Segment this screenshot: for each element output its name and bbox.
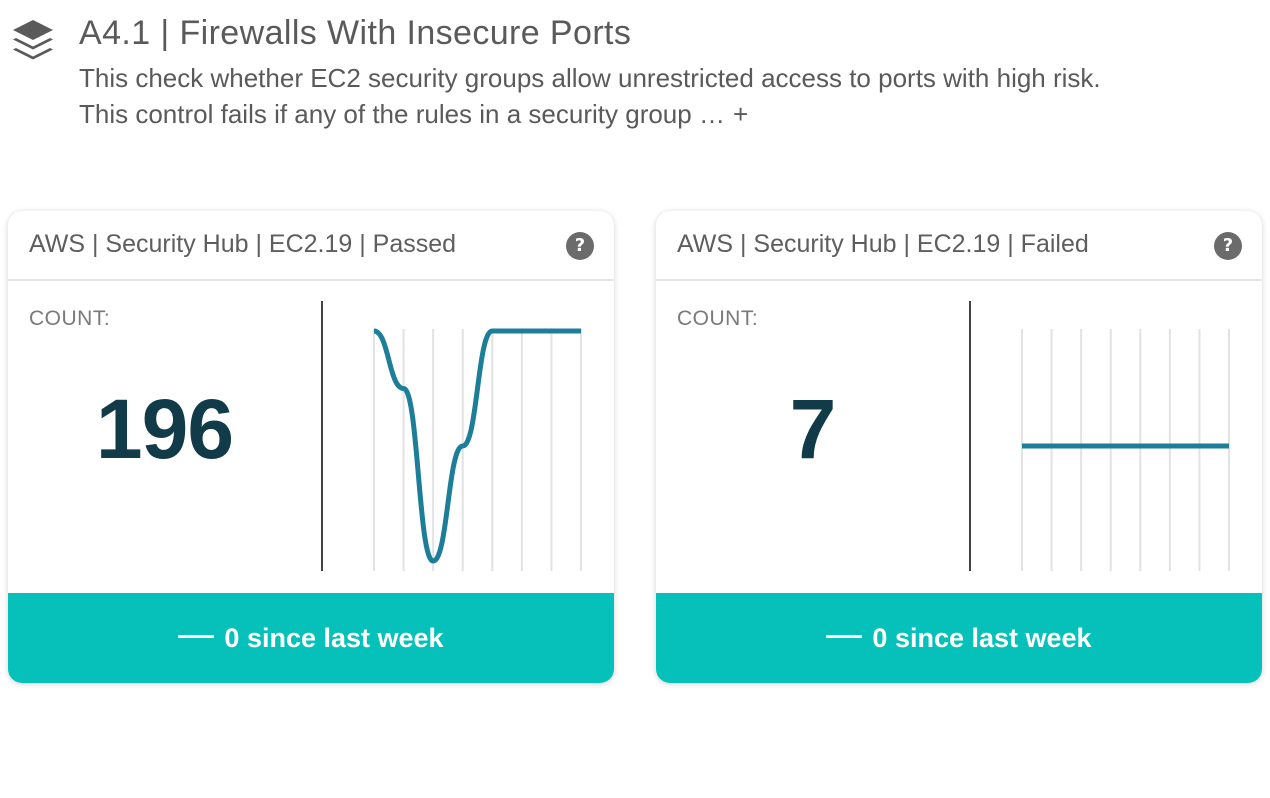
description-line-1: This check whether EC2 security groups a… <box>79 63 1101 93</box>
help-icon[interactable]: ? <box>1214 232 1242 260</box>
check-description: This check whether EC2 security groups a… <box>79 60 1264 132</box>
count-label: COUNT: <box>29 307 111 330</box>
trend-footer: 0 since last week <box>656 593 1262 683</box>
card-divider <box>969 301 971 571</box>
passed-count-card: AWS | Security Hub | EC2.19 | Passed ? C… <box>8 211 614 683</box>
no-change-dash-icon <box>178 635 215 639</box>
failed-count-card: AWS | Security Hub | EC2.19 | Failed ? C… <box>656 211 1262 683</box>
card-divider <box>321 301 323 571</box>
help-icon[interactable]: ? <box>566 232 594 260</box>
card-title: AWS | Security Hub | EC2.19 | Failed <box>677 230 1089 258</box>
count-label: COUNT: <box>677 307 759 330</box>
count-value: 7 <box>789 382 837 476</box>
card-header: AWS | Security Hub | EC2.19 | Passed ? <box>8 211 614 281</box>
card-title: AWS | Security Hub | EC2.19 | Passed <box>29 230 457 258</box>
sparkline-chart <box>373 328 582 571</box>
no-change-dash-icon <box>826 635 863 639</box>
description-line-2: This control fails if any of the rules i… <box>79 96 1264 132</box>
expand-description-button[interactable]: + <box>733 96 748 132</box>
card-header: AWS | Security Hub | EC2.19 | Failed ? <box>656 211 1262 281</box>
check-header: A4.1 | Firewalls With Insecure Ports Thi… <box>0 0 1270 140</box>
layers-icon <box>13 20 53 60</box>
sparkline-series <box>373 328 581 564</box>
trend-label: 0 since last week <box>872 623 1092 653</box>
page-title: A4.1 | Firewalls With Insecure Ports <box>79 14 632 52</box>
description-line-2-text: This control fails if any of the rules i… <box>79 99 725 129</box>
trend-footer: 0 since last week <box>8 593 614 683</box>
count-value: 196 <box>95 382 234 476</box>
trend-label: 0 since last week <box>224 623 444 653</box>
sparkline-chart <box>1021 329 1230 571</box>
